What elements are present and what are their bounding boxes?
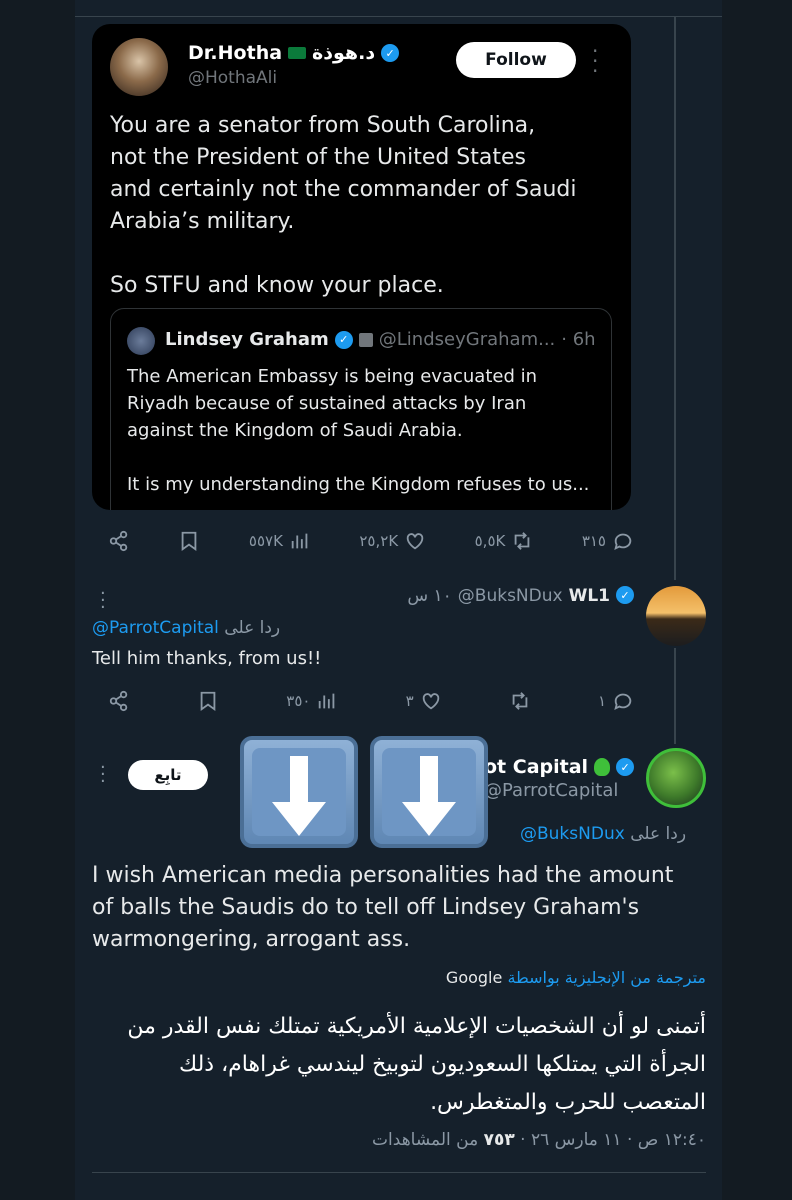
analytics-icon — [291, 533, 308, 549]
verified-badge-icon: ✓ — [381, 44, 400, 62]
views-count: ٣٥٠ — [286, 692, 311, 710]
bookmark-icon — [200, 691, 216, 712]
retweet-button[interactable]: ٥,٥K — [475, 530, 534, 552]
reply-action-bar: ٣٥٠ ٣ ١ — [108, 686, 634, 716]
share-icon — [109, 690, 128, 712]
tweet-action-bar: ٥٥٧K ٢٥,٢K ٥,٥K ٣١٥ — [108, 526, 634, 556]
translated-text: أتمنى لو أن الشخصيات الإعلامية الأمريكية… — [127, 1014, 706, 1115]
replies-count: ٣١٥ — [581, 532, 606, 550]
quoted-header: Lindsey Graham ✓ @LindseyGraham... · 6h — [165, 329, 596, 350]
reply-header: ١٠ س @BuksNDux WL1 ✓ — [400, 586, 634, 606]
tweet-meta: ١٢:٤٠ ص · ١١ مارس ٢٦ · ٧٥٣ من المشاهدات — [92, 1130, 706, 1150]
reply-time: ١٠ س — [407, 586, 452, 606]
likes-count: ٣ — [405, 692, 414, 710]
translation-label[interactable]: Google مترجمة من الإنجليزية بواسطة — [400, 968, 706, 987]
translator-name: Google — [445, 968, 503, 987]
reply-button[interactable]: ٣١٥ — [582, 530, 634, 552]
like-button[interactable]: ٣ — [406, 690, 442, 712]
more-options-icon: · · · — [592, 39, 599, 83]
right-border — [722, 0, 792, 1200]
replying-to: @ParrotCapital ردا على — [92, 618, 280, 638]
more-options-icon[interactable]: · · · — [100, 759, 106, 791]
thread-line-2 — [674, 648, 676, 744]
parrot-emoji-icon — [594, 758, 611, 776]
like-button[interactable]: ٢٥,٢K — [359, 530, 426, 552]
tweet-views-label: من المشاهدات — [372, 1130, 479, 1150]
analytics-icon — [319, 693, 335, 709]
government-badge-icon — [358, 332, 373, 347]
follow-button: Follow — [456, 42, 576, 78]
heart-icon — [422, 693, 439, 710]
replying-to: @BuksNDux ردا على — [520, 824, 686, 844]
quoted-avatar — [127, 327, 155, 355]
down-arrow-icon — [272, 756, 326, 836]
reply-author: ot Capital ✓ — [484, 756, 635, 778]
verified-badge-icon: ✓ — [334, 330, 353, 349]
replying-to-prefix: ردا على — [630, 824, 687, 844]
more-options-icon[interactable]: · · · — [100, 585, 106, 617]
share-button[interactable] — [108, 530, 130, 552]
reply-button[interactable]: ١ — [598, 690, 634, 712]
tweet-timestamp[interactable]: ١٢:٤٠ ص · ١١ مارس ٢٦ · — [520, 1130, 706, 1150]
reply-author-name[interactable]: ot Capital — [484, 756, 588, 778]
reply-icon — [614, 533, 632, 551]
replying-to-link[interactable]: @BuksNDux — [520, 824, 625, 844]
quoted-handle: @LindseyGraham... — [378, 329, 556, 350]
reply-text: Tell him thanks, from us!! — [92, 648, 322, 669]
reply-author-name[interactable]: WL1 — [569, 586, 610, 606]
down-arrow-icon — [402, 756, 456, 836]
avatar — [110, 38, 168, 96]
author-name-suffix: د.هوذة — [312, 42, 376, 64]
bottom-divider — [92, 1172, 706, 1173]
left-border — [0, 0, 75, 1200]
share-button[interactable] — [108, 690, 130, 712]
down-arrow-emoji-icon — [370, 736, 488, 848]
avatar[interactable] — [646, 748, 706, 808]
author-name: Dr.Hotha د.هوذة ✓ — [188, 42, 400, 64]
reply-handle[interactable]: @ParrotCapital — [484, 780, 618, 801]
down-arrow-emoji-icon — [240, 736, 358, 848]
views-button[interactable]: ٣٥٠ — [286, 690, 338, 712]
tweet-view-count: ٧٥٣ — [483, 1130, 515, 1150]
reply-text: I wish American media personalities had … — [92, 863, 674, 952]
bookmark-button[interactable] — [197, 690, 219, 712]
quoted-author-name: Lindsey Graham — [165, 329, 329, 350]
views-button[interactable]: ٥٥٧K — [249, 530, 311, 552]
replies-count: ١ — [597, 692, 606, 710]
embedded-tweet-image: Dr.Hotha د.هوذة ✓ @HothaAli Follow · · · Y… — [92, 24, 631, 510]
thread-line — [674, 16, 676, 580]
quoted-time: · 6h — [561, 329, 596, 350]
verified-badge-icon: ✓ — [616, 758, 635, 776]
author-handle: @HothaAli — [188, 68, 278, 88]
replying-to-link[interactable]: @ParrotCapital — [92, 618, 219, 638]
quoted-tweet: Lindsey Graham ✓ @LindseyGraham... · 6h … — [110, 308, 612, 510]
retweet-icon — [512, 692, 528, 710]
retweets-count: ٥,٥K — [474, 532, 506, 550]
heart-icon — [406, 533, 424, 550]
saudi-flag-icon — [288, 47, 307, 59]
reply-icon — [614, 693, 632, 711]
avatar[interactable] — [646, 586, 706, 646]
bookmark-button[interactable] — [178, 530, 200, 552]
replying-to-prefix: ردا على — [224, 618, 281, 638]
translated-by-text: مترجمة من الإنجليزية بواسطة — [507, 968, 706, 987]
retweet-icon — [515, 532, 530, 550]
retweet-button[interactable] — [509, 690, 531, 712]
share-icon — [109, 530, 128, 552]
verified-badge-icon: ✓ — [616, 586, 634, 604]
tweet-body: You are a senator from South Carolina, n… — [110, 113, 577, 298]
views-count: ٥٥٧K — [248, 532, 283, 550]
follow-button[interactable]: تابِع — [128, 760, 208, 790]
author-name-text: Dr.Hotha — [188, 42, 283, 64]
quoted-body: The American Embassy is being evacuated … — [127, 366, 590, 495]
reply-handle[interactable]: @BuksNDux — [458, 586, 563, 606]
top-divider — [75, 16, 722, 17]
bookmark-icon — [182, 531, 197, 552]
likes-count: ٢٥,٢K — [359, 532, 399, 550]
